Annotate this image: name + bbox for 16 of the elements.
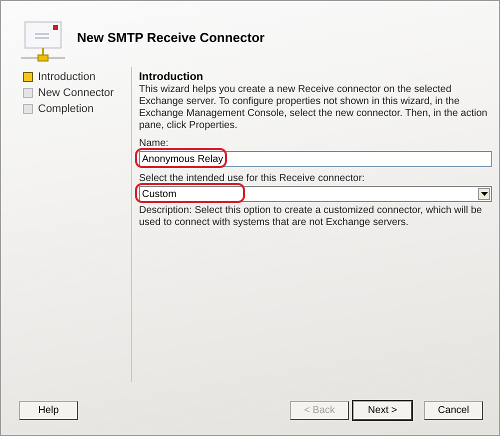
description-text: Description: Select this option to create a customized connector, which will be used to connect with systems that are not Exchange servers. [139, 205, 483, 229]
wizard-title: New SMTP Receive Connector [77, 30, 265, 45]
help-button[interactable]: Help [19, 400, 78, 420]
cancel-button[interactable]: Cancel [424, 400, 483, 420]
envelope-network-icon [19, 21, 67, 63]
caret-icon [480, 192, 488, 196]
next-button[interactable]: Next > [353, 400, 412, 420]
intended-use-dropdown[interactable]: Custom [139, 186, 492, 202]
section-heading: Introduction [139, 71, 204, 83]
name-field[interactable]: Anonymous Relay [139, 151, 492, 167]
field-label: Name: [139, 138, 170, 149]
intro-text: This wizard helps you create a new Receive connector on the selected Exchange server. To configure properties not shown in this wizard, in the Exchange Management Console, select the new connector. Then, in the action pane, click Properties. [139, 84, 488, 132]
step-label[interactable]: Introduction [38, 70, 96, 82]
field-label: Select the intended use for this Receive connector: [139, 173, 366, 184]
step-label[interactable]: Completion [38, 102, 94, 114]
step-label[interactable]: New Connector [38, 86, 114, 98]
